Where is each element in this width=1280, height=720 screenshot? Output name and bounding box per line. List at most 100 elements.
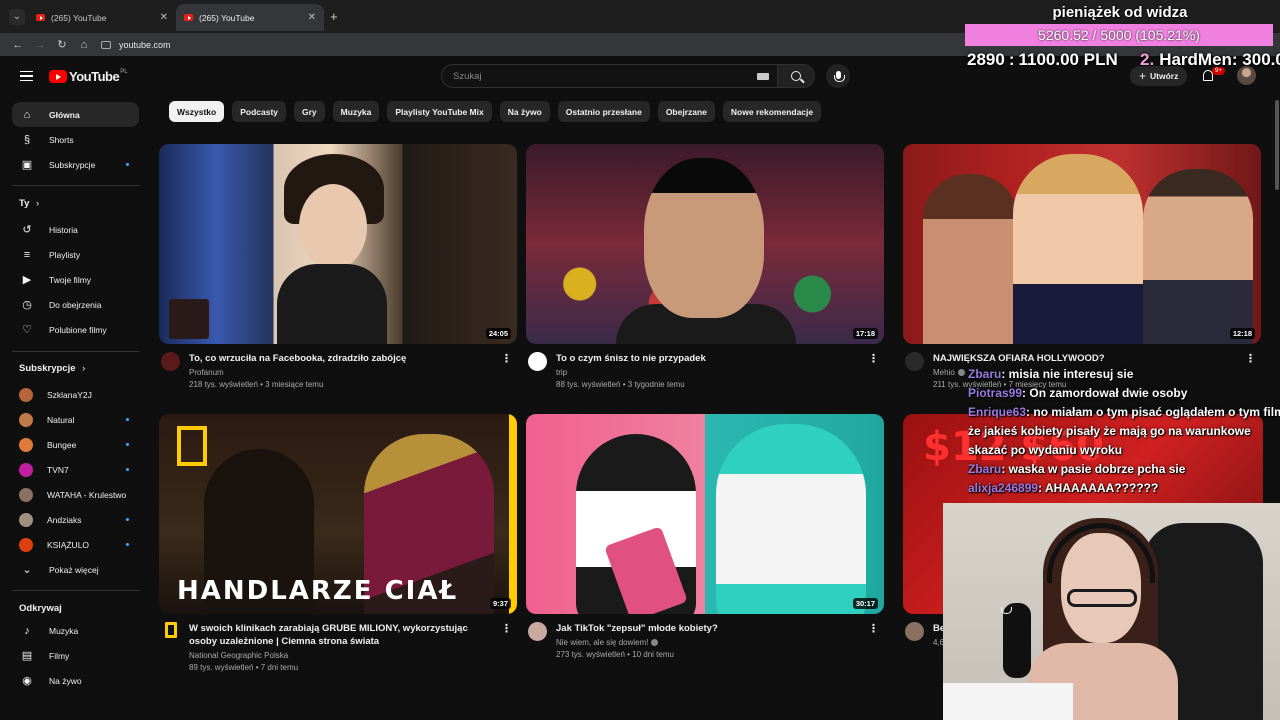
sidebar-channel[interactable]: SzklanaY2J xyxy=(12,382,139,407)
video-title[interactable]: NAJWIĘKSZA OFIARA HOLLYWOOD? xyxy=(933,352,1237,365)
thumbnail-art xyxy=(1143,169,1253,344)
channel-name: SzklanaY2J xyxy=(47,389,92,400)
new-tab-button[interactable]: + xyxy=(330,9,338,24)
voice-search-button[interactable] xyxy=(826,64,850,88)
search-button[interactable] xyxy=(777,64,815,88)
section-title: Odkrywaj xyxy=(19,603,62,614)
video-title[interactable]: Jak TikTok "zepsuł" młode kobiety? xyxy=(556,622,860,635)
channel-name[interactable]: trip xyxy=(556,368,860,377)
channel-name[interactable]: National Geographic Polska xyxy=(189,651,493,660)
sidebar: ⌂ Główna § Shorts ▣ Subskrypcje Ty › ↺ H… xyxy=(0,96,150,696)
tab-close-icon[interactable]: ✕ xyxy=(308,12,316,23)
sidebar-channel[interactable]: Bungee xyxy=(12,432,139,457)
channel-avatar[interactable] xyxy=(905,352,924,371)
channel-name: WATAHA - Krulestwo xyxy=(47,489,127,500)
sidebar-item-music[interactable]: ♪ Muzyka xyxy=(12,618,139,643)
more-options-icon[interactable]: ⋮ xyxy=(868,622,879,635)
chip-games[interactable]: Gry xyxy=(294,101,325,122)
sidebar-item-live[interactable]: ◉ Na żywo xyxy=(12,668,139,693)
video-card[interactable]: HANDLARZE CIAŁ 9:37 W swoich klinikach z… xyxy=(159,414,517,672)
menu-icon[interactable] xyxy=(20,71,33,81)
video-thumbnail[interactable]: HANDLARZE CIAŁ 9:37 xyxy=(159,414,517,614)
sidebar-channel[interactable]: TVN7 xyxy=(12,457,139,482)
home-icon[interactable]: ⌂ xyxy=(73,39,95,51)
chip-recently-uploaded[interactable]: Ostatnio przesłane xyxy=(557,101,650,122)
sidebar-show-more[interactable]: ⌄ Pokaż więcej xyxy=(12,557,139,582)
country-code: PL xyxy=(120,68,128,75)
channel-avatar[interactable] xyxy=(165,622,177,638)
video-stats: 218 tys. wyświetleń • 3 miesiące temu xyxy=(189,380,324,389)
search-input[interactable] xyxy=(453,70,743,82)
sidebar-section-you[interactable]: Ty › xyxy=(19,198,39,209)
video-duration: 30:17 xyxy=(852,598,878,609)
chip-all[interactable]: Wszystko xyxy=(169,101,225,122)
keyboard-icon[interactable] xyxy=(757,73,769,80)
sidebar-item-label: Na żywo xyxy=(49,675,82,686)
sidebar-item-your-videos[interactable]: ▶ Twoje filmy xyxy=(12,267,139,292)
video-card[interactable]: 24:05 To, co wrzuciła na Facebooka, zdra… xyxy=(159,144,517,389)
more-options-icon[interactable]: ⋮ xyxy=(501,352,512,365)
chat-text: że jakieś kobiety pisały że mają go na w… xyxy=(968,424,1251,438)
chip-watched[interactable]: Obejrzane xyxy=(657,101,715,122)
chip-youtube-mix[interactable]: Playlisty YouTube Mix xyxy=(387,101,492,122)
thumbnail-art xyxy=(644,158,764,318)
sidebar-item-playlists[interactable]: ≡ Playlisty xyxy=(12,242,139,267)
video-thumbnail[interactable]: 24:05 xyxy=(159,144,517,344)
sidebar-channel[interactable]: KSIĄŻULO xyxy=(12,532,139,557)
chip-podcasts[interactable]: Podcasty xyxy=(232,101,287,122)
sidebar-item-history[interactable]: ↺ Historia xyxy=(12,217,139,242)
page-scrollbar[interactable] xyxy=(1275,100,1279,190)
forward-arrow-icon[interactable]: → xyxy=(29,39,51,51)
chip-new-recommendations[interactable]: Nowe rekomendacje xyxy=(722,101,822,122)
top-donation-2: 2. HardMen: 300.0 xyxy=(1140,49,1280,71)
channel-avatar[interactable] xyxy=(528,622,547,641)
tab-search-button[interactable]: ⌄ xyxy=(9,8,25,25)
sidebar-channel[interactable]: Andziaks xyxy=(12,507,139,532)
chip-music[interactable]: Muzyka xyxy=(332,101,380,122)
channel-name[interactable]: Profanum xyxy=(189,368,493,377)
youtube-logo[interactable]: YouTube PL xyxy=(49,69,128,84)
video-thumbnail[interactable]: 30:17 xyxy=(526,414,884,614)
video-card[interactable]: 12:18 NAJWIĘKSZA OFIARA HOLLYWOOD? Mehio… xyxy=(903,144,1261,389)
tab-close-icon[interactable]: ✕ xyxy=(160,12,168,23)
channel-name[interactable]: Nie wiem, ale się dowiem! xyxy=(556,638,860,647)
more-options-icon[interactable]: ⋮ xyxy=(1245,352,1256,365)
video-title[interactable]: To, co wrzuciła na Facebooka, zdradziło … xyxy=(189,352,493,365)
channel-avatar[interactable] xyxy=(161,352,180,371)
sidebar-item-watch-later[interactable]: ◷ Do obejrzenia xyxy=(12,292,139,317)
donation-progress-text: 5260.52 / 5000 (105.21%) xyxy=(1038,27,1200,43)
video-thumbnail[interactable]: 17:18 xyxy=(526,144,884,344)
channel-avatar xyxy=(19,437,33,452)
thumbnail-art xyxy=(716,424,866,614)
sidebar-item-liked-videos[interactable]: ♡ Polubione filmy xyxy=(12,317,139,342)
browser-tab-1[interactable]: (265) YouTube ✕ xyxy=(28,4,176,31)
channel-avatar[interactable] xyxy=(905,622,924,641)
chip-live[interactable]: Na żywo xyxy=(499,101,550,122)
browser-tab-2[interactable]: (265) YouTube ✕ xyxy=(176,4,324,31)
chat-text: : misia nie interesuj sie xyxy=(1001,367,1134,381)
video-title[interactable]: W swoich klinikach zarabiają GRUBE MILIO… xyxy=(189,622,493,648)
video-title[interactable]: To o czym śnisz to nie przypadek xyxy=(556,352,860,365)
video-stats: 273 tys. wyświetleń • 10 dni temu xyxy=(556,650,674,659)
site-info-icon[interactable] xyxy=(101,40,111,49)
sidebar-channel[interactable]: Natural xyxy=(12,407,139,432)
channel-avatar xyxy=(19,487,33,502)
sidebar-item-subscriptions[interactable]: ▣ Subskrypcje xyxy=(12,152,139,177)
more-options-icon[interactable]: ⋮ xyxy=(868,352,879,365)
verified-icon xyxy=(957,369,965,377)
video-card[interactable]: 30:17 Jak TikTok "zepsuł" młode kobiety?… xyxy=(526,414,884,659)
sidebar-item-home[interactable]: ⌂ Główna xyxy=(12,102,139,127)
donation-progress-bar: 5260.52 / 5000 (105.21%) xyxy=(965,24,1273,46)
video-card[interactable]: 17:18 To o czym śnisz to nie przypadek t… xyxy=(526,144,884,389)
chevron-right-icon: › xyxy=(82,363,86,374)
url-field[interactable]: youtube.com xyxy=(101,40,171,50)
sidebar-channel[interactable]: WATAHA - Krulestwo xyxy=(12,482,139,507)
sidebar-item-films[interactable]: ▤ Filmy xyxy=(12,643,139,668)
channel-avatar[interactable] xyxy=(528,352,547,371)
sidebar-section-subscriptions[interactable]: Subskrypcje › xyxy=(19,363,85,374)
reload-icon[interactable]: ↻ xyxy=(51,38,73,51)
back-arrow-icon[interactable]: ← xyxy=(7,39,29,51)
sidebar-item-shorts[interactable]: § Shorts xyxy=(12,127,139,152)
more-options-icon[interactable]: ⋮ xyxy=(501,622,512,635)
video-thumbnail[interactable]: 12:18 xyxy=(903,144,1261,344)
